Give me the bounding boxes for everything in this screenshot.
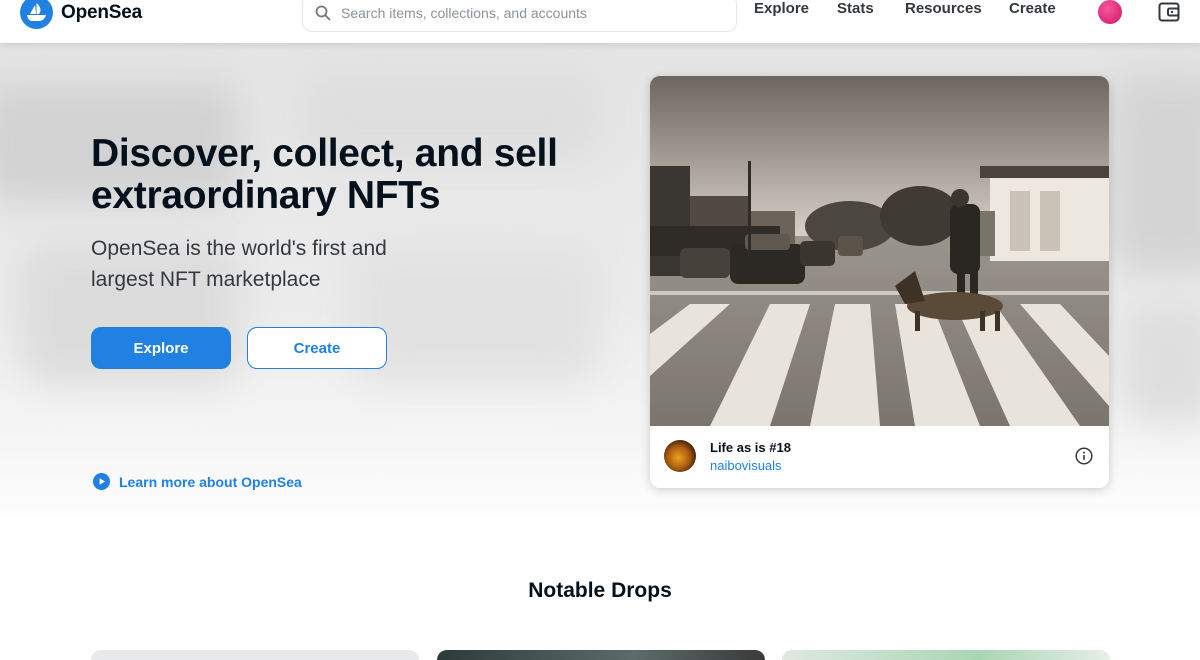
notable-drops-title: Notable Drops — [528, 579, 672, 602]
hero-subtitle: OpenSea is the world's first and largest… — [91, 237, 387, 291]
notable-drop-card[interactable] — [782, 650, 1110, 660]
featured-nft-image[interactable] — [650, 76, 1109, 426]
info-icon[interactable] — [1075, 447, 1093, 465]
hero-title: Discover, collect, and sell extraordinar… — [91, 132, 558, 217]
creator-link[interactable]: naibovisuals — [710, 458, 782, 473]
nav-explore[interactable]: Explore — [754, 0, 809, 17]
profile-avatar[interactable] — [1098, 0, 1122, 24]
search-input[interactable] — [341, 5, 721, 21]
search-icon — [315, 5, 331, 21]
learn-more-label: Learn more about OpenSea — [119, 473, 302, 490]
nav-stats[interactable]: Stats — [837, 0, 874, 17]
creator-avatar[interactable] — [664, 440, 696, 472]
search-bar[interactable] — [302, 0, 737, 32]
nav-resources[interactable]: Resources — [905, 0, 982, 17]
learn-more-link[interactable]: Learn more about OpenSea — [93, 473, 302, 490]
brand-name: OpenSea — [61, 1, 142, 23]
notable-drop-card[interactable] — [437, 650, 765, 660]
explore-button[interactable]: Explore — [91, 327, 231, 369]
brand-logo[interactable]: OpenSea — [20, 0, 142, 29]
top-nav-bar: OpenSea Explore Stats Resources Create — [0, 0, 1200, 43]
nav-create[interactable]: Create — [1009, 0, 1056, 17]
featured-nft-footer: Life as is #18 naibovisuals — [650, 426, 1109, 488]
create-button[interactable]: Create — [247, 327, 387, 369]
featured-nft-title: Life as is #18 — [710, 440, 791, 455]
wallet-icon[interactable] — [1158, 2, 1180, 22]
play-circle-icon — [93, 473, 110, 490]
opensea-logo-icon — [20, 0, 53, 29]
featured-nft-card[interactable]: Life as is #18 naibovisuals — [650, 76, 1109, 488]
notable-drop-card[interactable] — [91, 650, 419, 660]
